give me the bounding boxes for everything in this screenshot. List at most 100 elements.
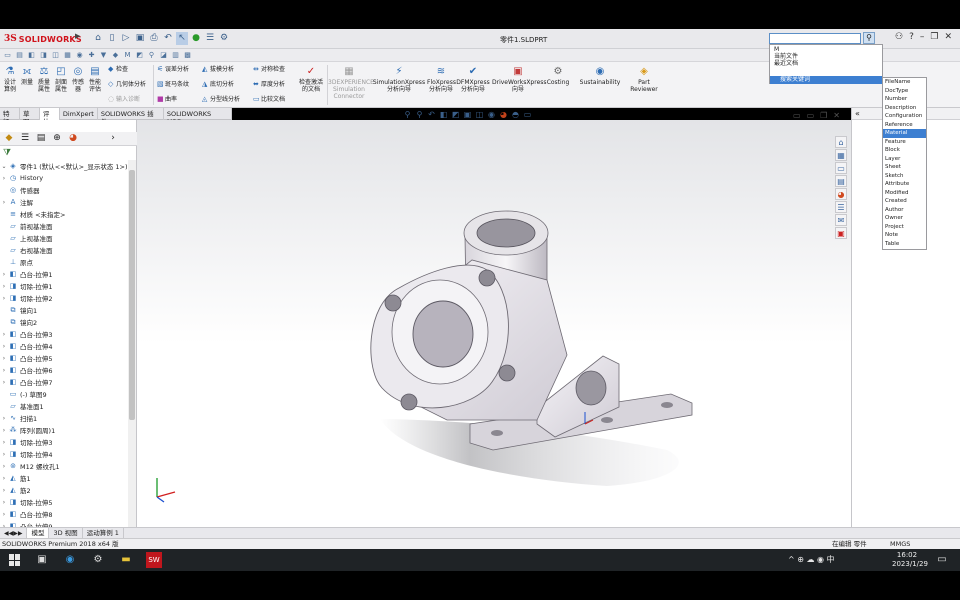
filter-icon[interactable]: ⧩ (3, 148, 11, 158)
tree-item[interactable]: › ◭ 筋1 (0, 472, 128, 484)
tab-3d-views[interactable]: 3D 视图 (49, 527, 83, 539)
check-active-doc-button[interactable]: ✓ 检查激活 的文档 (297, 66, 325, 93)
tree-item[interactable]: › ◨ 切除-拉伸1 (0, 280, 128, 292)
tree-item[interactable]: › ◧ 凸台-拉伸5 (0, 352, 128, 364)
scroll-thumb[interactable] (129, 170, 135, 420)
viewport-minimize-icon[interactable]: ▭ (793, 111, 801, 120)
search-icon[interactable]: ⚲ (863, 32, 875, 44)
home-icon[interactable]: ⌂ (92, 32, 104, 45)
tree-item[interactable]: ⧉ 镜向2 (0, 316, 128, 328)
expand-icon[interactable]: › (0, 463, 8, 470)
expand-icon[interactable]: › (0, 367, 8, 374)
part-model[interactable] (137, 120, 851, 527)
check-button[interactable]: ◆ 检查 (108, 66, 128, 74)
viewport-maximize-icon[interactable]: ❐ (820, 111, 827, 120)
search-option[interactable]: 最近文档 (770, 60, 882, 67)
tree-item[interactable]: ▱ 前视基准面 (0, 220, 128, 232)
feature-manager-tab-icon[interactable]: ◆ (3, 133, 15, 144)
section-props-button[interactable]: ◰ 剖面 属性 (54, 66, 68, 93)
tree-item[interactable]: › ◭ 筋2 (0, 484, 128, 496)
undercut-analysis-button[interactable]: ◮ 底切分析 (202, 81, 234, 89)
file-props-icon[interactable]: ☰ (204, 32, 216, 45)
tool-icon[interactable]: ◩ (135, 51, 144, 60)
solidworks-taskbar-icon[interactable]: SW (146, 552, 162, 568)
expand-icon[interactable]: › (0, 487, 8, 494)
tab-addins[interactable]: SOLIDWORKS 插件 (98, 108, 164, 126)
search-input[interactable] (769, 33, 861, 44)
search-option[interactable]: M (770, 45, 882, 53)
compare-documents-button[interactable]: ▭比较文档 (253, 96, 285, 104)
view-settings-icon[interactable]: ▭ (522, 109, 533, 120)
tool-icon[interactable]: ▦ (63, 51, 72, 60)
tool-icon[interactable]: M (123, 51, 132, 60)
expand-icon[interactable]: › (0, 175, 8, 182)
floxpress-button[interactable]: ≋ FloXpress 分析向导 (427, 66, 456, 93)
select-icon[interactable]: ↖ (176, 32, 188, 45)
help-icon[interactable]: ? (909, 32, 914, 42)
part-reviewer-button[interactable]: ◈ Part Reviewer (629, 66, 659, 93)
tab-mbd[interactable]: SOLIDWORKS MBD (164, 108, 233, 126)
tab-features[interactable]: 特征 (0, 108, 20, 126)
keyword-option[interactable]: Block (883, 146, 926, 155)
settings-icon[interactable]: ⚙ (90, 552, 106, 568)
expand-icon[interactable]: › (0, 511, 8, 518)
undo-icon[interactable]: ↶ (162, 32, 174, 45)
notification-icon[interactable]: ▭ (934, 552, 950, 568)
tree-item[interactable]: › ◧ 凸台-拉伸3 (0, 328, 128, 340)
expand-icon[interactable]: › (0, 475, 8, 482)
keyword-option[interactable]: Number (883, 95, 926, 104)
keyword-option[interactable]: Modified (883, 189, 926, 198)
forum-icon[interactable]: ✉ (835, 214, 847, 226)
file-explorer-icon[interactable]: ▭ (835, 162, 847, 174)
collapse-double-icon[interactable]: « (855, 109, 860, 118)
print-icon[interactable]: ⎙ (148, 32, 160, 45)
tree-item[interactable]: › ◨ 切除-拉伸2 (0, 292, 128, 304)
tree-item[interactable]: ≡ 材质 <未指定> (0, 208, 128, 220)
dynamic-annotation-icon[interactable]: ◩ (450, 109, 461, 120)
tree-item[interactable]: › A 注解 (0, 196, 128, 208)
zebra-stripes-button[interactable]: ▧斑马条纹 (157, 81, 189, 89)
zoom-to-area-icon[interactable]: ⚲ (414, 109, 425, 120)
search-option[interactable]: 当前文件 (770, 53, 882, 60)
expand-icon[interactable]: › (0, 355, 8, 362)
tree-item[interactable]: ◎ 传感器 (0, 184, 128, 196)
expand-icon[interactable]: › (0, 295, 8, 302)
clock[interactable]: 16:02 2023/1/29 (892, 551, 928, 569)
apply-scene-icon[interactable]: ◓ (510, 109, 521, 120)
tab-dimxpert[interactable]: DimXpert (60, 108, 98, 120)
keyword-option[interactable]: Layer (883, 155, 926, 164)
keyword-option[interactable]: Project (883, 223, 926, 232)
expand-icon[interactable]: › (0, 271, 8, 278)
dfmxpress-button[interactable]: ✔ DFMXpress 分析向导 (456, 66, 490, 93)
display-style-icon[interactable]: ◫ (474, 109, 485, 120)
tree-item[interactable]: › ◨ 切除-拉伸3 (0, 436, 128, 448)
menu-arrow-icon[interactable]: ▶ (75, 32, 81, 46)
measure-button[interactable]: ⟗ 测量 (20, 66, 34, 86)
geometry-analysis-button[interactable]: ◇ 几何体分析 (108, 81, 146, 89)
expand-icon[interactable]: › (0, 283, 8, 290)
tree-item[interactable]: › ◧ 凸台-拉伸7 (0, 376, 128, 388)
thickness-analysis-button[interactable]: ⬌ 厚度分析 (253, 81, 285, 89)
minimize-icon[interactable]: – (920, 32, 925, 42)
draft-analysis-button[interactable]: ◭ 拔模分析 (202, 66, 234, 74)
design-study-button[interactable]: ⚗ 设计 算例 (3, 66, 17, 93)
graphics-area[interactable] (137, 120, 851, 527)
keyword-option[interactable]: Sketch (883, 172, 926, 181)
property-manager-tab-icon[interactable]: ☰ (19, 133, 31, 144)
zoom-to-fit-icon[interactable]: ⚲ (402, 109, 413, 120)
expand-icon[interactable]: › (0, 379, 8, 386)
expand-icon[interactable]: › (0, 415, 8, 422)
tool-icon[interactable]: ▭ (3, 51, 12, 60)
tool-icon[interactable]: ✚ (87, 51, 96, 60)
file-explorer-icon[interactable]: ▬ (118, 552, 134, 568)
tree-item[interactable]: › ∿ 扫描1 (0, 412, 128, 424)
keyword-option[interactable]: Table (883, 240, 926, 249)
keyword-option[interactable]: Material (883, 129, 926, 138)
expand-icon[interactable]: › (0, 199, 8, 206)
tool-icon[interactable]: ◪ (159, 51, 168, 60)
store-icon[interactable]: ▣ (34, 552, 50, 568)
keyword-option[interactable]: Feature (883, 138, 926, 147)
expand-icon[interactable]: › (0, 451, 8, 458)
options-icon[interactable]: ⚙ (218, 32, 230, 45)
tree-item[interactable]: ⊥ 原点 (0, 256, 128, 268)
